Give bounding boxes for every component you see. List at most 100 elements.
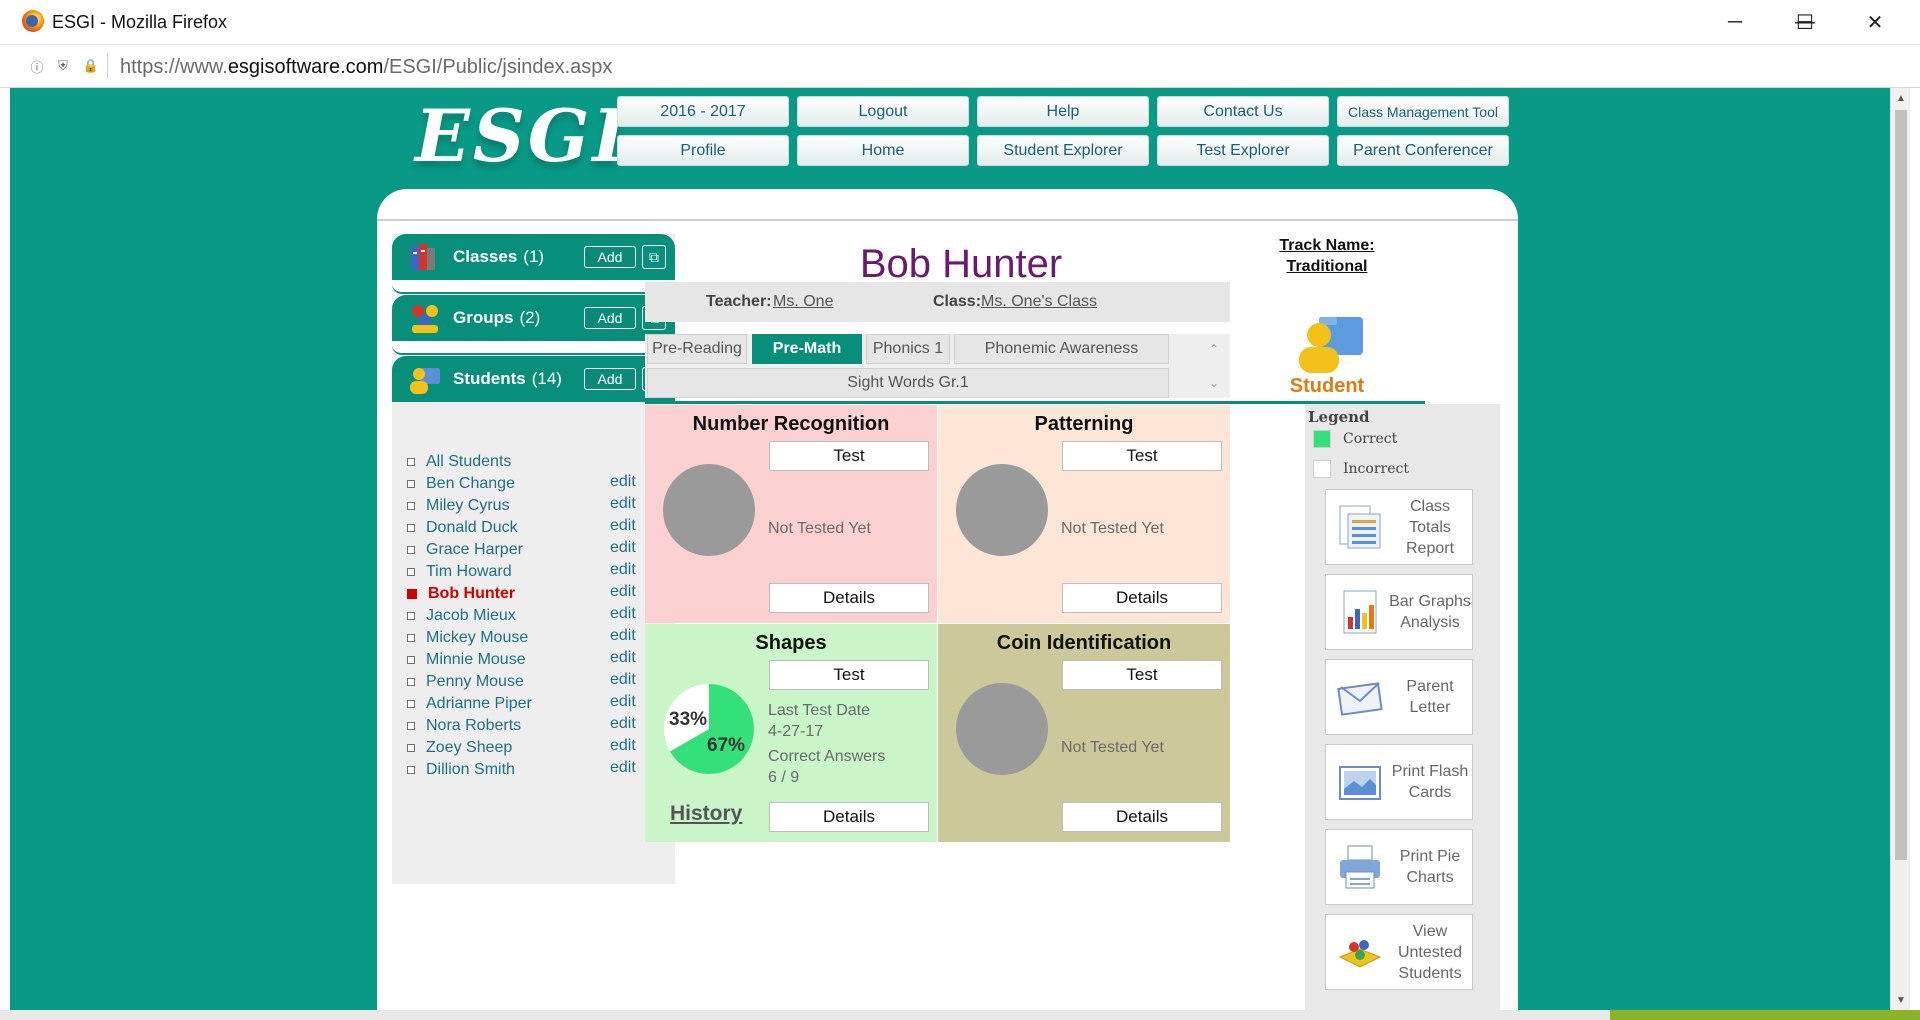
- edit-student-link[interactable]: edit: [610, 693, 636, 711]
- edit-student-link[interactable]: edit: [610, 737, 636, 755]
- student-list-item[interactable]: Donald Duck edit: [392, 517, 675, 539]
- student-name-link[interactable]: Jacob Mieux: [426, 607, 516, 625]
- year-button[interactable]: 2016 - 2017: [617, 96, 789, 127]
- edit-student-link[interactable]: edit: [610, 671, 636, 689]
- edit-student-link[interactable]: edit: [610, 561, 636, 579]
- scroll-up-icon[interactable]: ▲: [1891, 88, 1911, 108]
- parent-conferencer-button[interactable]: Parent Conferencer: [1337, 135, 1509, 166]
- test-button[interactable]: Test: [1062, 660, 1222, 690]
- url-text[interactable]: https://www.esgisoftware.com/ESGI/Public…: [120, 56, 612, 79]
- test-button[interactable]: Test: [769, 660, 929, 690]
- expand-classes-icon[interactable]: ⧉: [642, 245, 666, 269]
- edit-student-link[interactable]: edit: [610, 583, 636, 601]
- groups-count: (2): [519, 308, 541, 327]
- contact-us-button[interactable]: Contact Us: [1157, 96, 1329, 127]
- student-list-item[interactable]: Ben Change edit: [392, 473, 675, 495]
- student-list-item[interactable]: Minnie Mouse edit: [392, 649, 675, 671]
- parent-letter-button[interactable]: Parent Letter: [1325, 659, 1473, 735]
- tab-phonics-1[interactable]: Phonics 1: [866, 334, 950, 364]
- print-flash-cards-button[interactable]: Print Flash Cards: [1325, 744, 1473, 820]
- tab-pre-reading[interactable]: Pre-Reading: [647, 334, 747, 364]
- view-untested-students-button[interactable]: View Untested Students: [1325, 914, 1473, 990]
- minimize-control[interactable]: ─: [1700, 0, 1770, 45]
- page-scrollbar[interactable]: ▲ ▼: [1890, 88, 1910, 1010]
- maximize-icon[interactable]: ☐: [1770, 0, 1840, 45]
- add-student-button[interactable]: Add: [584, 368, 636, 390]
- student-list-item[interactable]: Dillion Smith edit: [392, 759, 675, 781]
- test-button[interactable]: Test: [769, 441, 929, 471]
- student-list-item[interactable]: Nora Roberts edit: [392, 715, 675, 737]
- class-link[interactable]: Ms. One's Class: [981, 293, 1097, 311]
- add-group-button[interactable]: Add: [584, 307, 636, 329]
- edit-student-link[interactable]: edit: [610, 759, 636, 777]
- student-list-item[interactable]: Jacob Mieux edit: [392, 605, 675, 627]
- profile-button[interactable]: Profile: [617, 135, 789, 166]
- edit-student-link[interactable]: edit: [610, 715, 636, 733]
- shield-icon[interactable]: ⛨: [54, 57, 72, 75]
- students-header[interactable]: Students(14) Add ━: [392, 356, 675, 402]
- edit-student-link[interactable]: edit: [610, 473, 636, 491]
- student-name-link[interactable]: Nora Roberts: [426, 717, 521, 735]
- lock-icon[interactable]: 🔒: [82, 57, 100, 75]
- info-icon[interactable]: ⓘ: [28, 57, 46, 75]
- student-name-link[interactable]: Zoey Sheep: [426, 739, 512, 757]
- edit-student-link[interactable]: edit: [610, 627, 636, 645]
- details-button[interactable]: Details: [769, 802, 929, 832]
- student-list-item[interactable]: Bob Hunter edit: [392, 583, 675, 605]
- student-list-item[interactable]: Adrianne Piper edit: [392, 693, 675, 715]
- tab-sight-words[interactable]: Sight Words Gr.1: [647, 368, 1169, 398]
- test-button[interactable]: Test: [1062, 441, 1222, 471]
- details-button[interactable]: Details: [1062, 583, 1222, 613]
- home-button[interactable]: Home: [797, 135, 969, 166]
- tabs-scroll-down-icon[interactable]: ⌄: [1203, 368, 1225, 398]
- history-link[interactable]: History: [670, 802, 742, 826]
- student-name-link[interactable]: Adrianne Piper: [426, 695, 532, 713]
- add-class-button[interactable]: Add: [584, 246, 636, 268]
- teacher-link[interactable]: Ms. One: [773, 293, 833, 311]
- details-button[interactable]: Details: [1062, 802, 1222, 832]
- tabs-scroll-up-icon[interactable]: ⌃: [1203, 334, 1225, 364]
- help-button[interactable]: Help: [977, 96, 1149, 127]
- print-pie-charts-button[interactable]: Print Pie Charts: [1325, 829, 1473, 905]
- student-name-link[interactable]: Dillion Smith: [426, 761, 515, 779]
- edit-student-link[interactable]: edit: [610, 495, 636, 513]
- student-list-item[interactable]: Miley Cyrus edit: [392, 495, 675, 517]
- list-bullet-icon: [407, 656, 415, 664]
- scroll-down-icon[interactable]: ▼: [1891, 990, 1911, 1010]
- scroll-thumb[interactable]: [1895, 110, 1907, 860]
- student-list-item[interactable]: Tim Howard edit: [392, 561, 675, 583]
- student-list-item[interactable]: Penny Mouse edit: [392, 671, 675, 693]
- address-bar[interactable]: ⓘ ⛨ 🔒 https://www.esgisoftware.com/ESGI/…: [0, 45, 1920, 88]
- list-item-all-students[interactable]: All Students: [392, 451, 675, 473]
- logout-button[interactable]: Logout: [797, 96, 969, 127]
- student-explorer-button[interactable]: Student Explorer: [977, 135, 1149, 166]
- student-list-item[interactable]: Grace Harper edit: [392, 539, 675, 561]
- student-list-item[interactable]: Zoey Sheep edit: [392, 737, 675, 759]
- student-name-link[interactable]: Mickey Mouse: [426, 629, 528, 647]
- groups-header[interactable]: Groups(2) Add ⧉: [392, 295, 675, 341]
- student-name-link[interactable]: Miley Cyrus: [426, 497, 510, 515]
- student-name-link[interactable]: Penny Mouse: [426, 673, 524, 691]
- test-explorer-button[interactable]: Test Explorer: [1157, 135, 1329, 166]
- all-students-link[interactable]: All Students: [426, 453, 511, 471]
- class-management-tool-button[interactable]: Class Management Tool: [1337, 96, 1509, 127]
- student-name-link[interactable]: Grace Harper: [426, 541, 523, 559]
- edit-student-link[interactable]: edit: [610, 517, 636, 535]
- edit-student-link[interactable]: edit: [610, 649, 636, 667]
- edit-student-link[interactable]: edit: [610, 605, 636, 623]
- tab-phonemic-awareness[interactable]: Phonemic Awareness: [954, 334, 1169, 364]
- tab-pre-math[interactable]: Pre-Math: [752, 334, 862, 364]
- esgi-logo[interactable]: ESGI: [415, 93, 629, 178]
- close-icon[interactable]: ✕: [1840, 0, 1910, 45]
- student-name-link[interactable]: Minnie Mouse: [426, 651, 526, 669]
- student-name-link[interactable]: Ben Change: [426, 475, 515, 493]
- student-list-item[interactable]: Mickey Mouse edit: [392, 627, 675, 649]
- bar-graphs-analysis-button[interactable]: Bar Graphs Analysis: [1325, 574, 1473, 650]
- student-name-link[interactable]: Tim Howard: [426, 563, 512, 581]
- details-button[interactable]: Details: [769, 583, 929, 613]
- classes-header[interactable]: Classes (1) Add ⧉: [392, 234, 675, 280]
- student-name-link[interactable]: Bob Hunter: [428, 585, 515, 603]
- edit-student-link[interactable]: edit: [610, 539, 636, 557]
- student-name-link[interactable]: Donald Duck: [426, 519, 518, 537]
- class-totals-report-button[interactable]: Class Totals Report: [1325, 489, 1473, 565]
